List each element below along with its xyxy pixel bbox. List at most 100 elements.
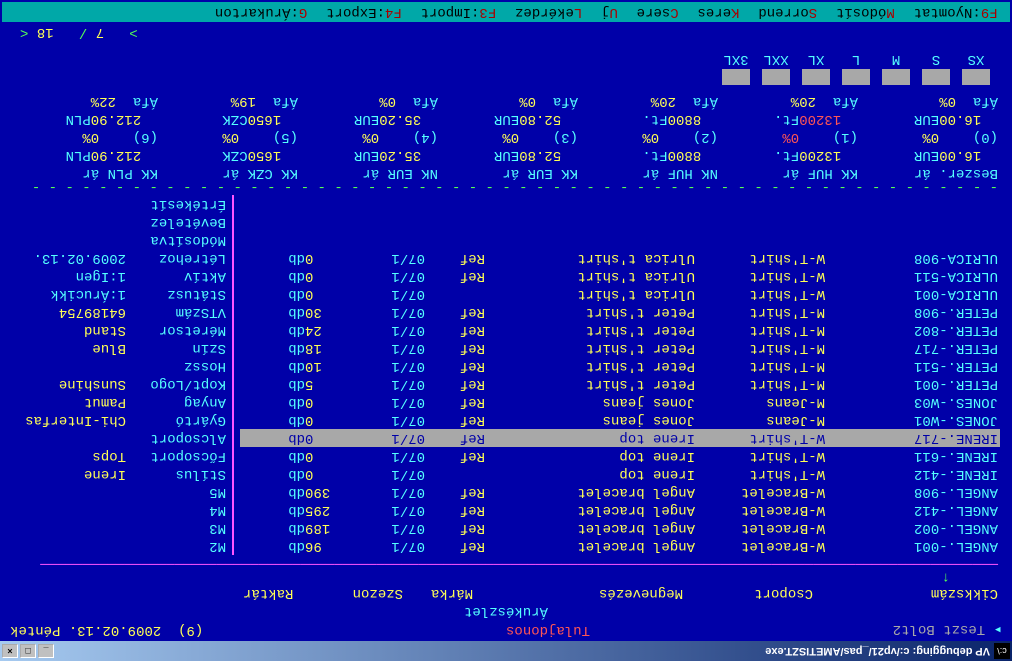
info-label: Alcsoport xyxy=(126,430,226,446)
cell-code: JONES.-W03 xyxy=(825,394,1000,410)
menu-item[interactable]: Keres xyxy=(689,4,748,20)
size-labels: XSSMLXLXXL3XL xyxy=(2,51,1010,67)
price-label: NK HUF ár xyxy=(578,163,718,181)
cell-code: ULRICA-001 xyxy=(825,286,1000,302)
table-row[interactable]: IRENE.-611W-T'shirtIrene topRef07/10db xyxy=(240,447,1000,465)
table-row[interactable]: ANGEL.-908W-BraceletAngel braceletRef07/… xyxy=(240,483,1000,501)
table-row[interactable]: ANGEL.-001W-BraceletAngel braceletRef07/… xyxy=(240,537,1000,555)
table-row[interactable]: ULRICA-908W-T'shirtUlrica t'shirtRef07/1… xyxy=(240,249,1000,267)
window-titlebar: c:\ VP debugging: c:/vp21/_pas/AMETISZT.… xyxy=(0,641,1012,661)
cell-name: Irene top xyxy=(485,448,695,464)
cell-group: W-Bracelet xyxy=(695,502,825,518)
table-row[interactable]: JONES.-W03M-JeansJones jeansRef07/10db xyxy=(240,393,1000,411)
info-row: Státusz1:Árucikk xyxy=(12,285,226,303)
menu-item[interactable]: Módosít xyxy=(828,4,904,20)
info-row: Létrehoz2009.02.13. xyxy=(12,249,226,267)
menu-item[interactable]: F4:Export xyxy=(318,4,410,20)
info-label: Módosítva xyxy=(126,232,226,248)
cell-season: 07/1 xyxy=(355,466,425,482)
cell-code: PETER.-717 xyxy=(825,340,1000,356)
cell-code: ANGEL.-908 xyxy=(825,484,1000,500)
size-box[interactable] xyxy=(802,69,830,85)
size-label: 3XL xyxy=(720,51,752,67)
cell-stock: 10 xyxy=(305,358,355,374)
table-row[interactable]: ANGEL.-002W-BraceletAngel braceletRef07/… xyxy=(240,519,1000,537)
price-label: KK CZK ár xyxy=(158,163,298,181)
cell-brand: Ref xyxy=(425,520,485,536)
table-row[interactable]: PETER.-908M-T'shirtPeter t'shirtRef07/13… xyxy=(240,303,1000,321)
info-label: Létrehoz xyxy=(126,250,226,266)
price-value-2: 8800Ft. xyxy=(578,109,718,127)
table-row[interactable]: PETER.-001M-T'shirtPeter t'shirtRef07/15… xyxy=(240,375,1000,393)
afa-cell: Áfa 19% xyxy=(158,91,298,109)
cell-name: Angel bracelet xyxy=(485,538,695,554)
price-label: KK PLN ár xyxy=(18,163,158,181)
cell-code: PETER.-908 xyxy=(825,304,1000,320)
info-row: SzínBlue xyxy=(12,339,226,357)
info-label: Főcsoport xyxy=(126,448,226,464)
cell-name: Peter t'shirt xyxy=(485,358,695,374)
size-box[interactable] xyxy=(842,69,870,85)
price-index: (5) 0% xyxy=(158,127,298,145)
menu-item[interactable]: Csere xyxy=(628,4,687,20)
cell-season: 07/1 xyxy=(355,250,425,266)
table-row[interactable]: PETER.-511M-T'shirtPeter t'shirtRef07/11… xyxy=(240,357,1000,375)
table-row[interactable]: PETER.-802M-T'shirtPeter t'shirtRef07/12… xyxy=(240,321,1000,339)
price-index: (3) 0% xyxy=(438,127,578,145)
data-table[interactable]: ANGEL.-001W-BraceletAngel braceletRef07/… xyxy=(240,195,1000,555)
pager: > 7 / 18 < xyxy=(20,24,138,40)
price-value-2: 52.80EUR xyxy=(438,109,578,127)
cell-brand: Ref xyxy=(425,376,485,392)
cell-season: 07/1 xyxy=(355,376,425,392)
info-row: Módosítva xyxy=(12,231,226,249)
size-box[interactable] xyxy=(882,69,910,85)
size-box[interactable] xyxy=(762,69,790,85)
cell-code: JONES.-W01 xyxy=(825,412,1000,428)
menu-item[interactable]: F9:Nyomtat xyxy=(905,4,1006,20)
cell-group: M-T'shirt xyxy=(695,376,825,392)
cell-unit: db xyxy=(275,340,305,356)
cell-name: Peter t'shirt xyxy=(485,340,695,356)
table-row[interactable]: IRENE.-412W-T'shirtIrene top07/10db xyxy=(240,465,1000,483)
cell-name: Irene top xyxy=(485,430,695,446)
cell-unit: db xyxy=(275,358,305,374)
size-box[interactable] xyxy=(722,69,750,85)
col-cikkszam: Cikkszám xyxy=(813,585,998,601)
cell-stock: 0 xyxy=(305,250,355,266)
price-label: Beszer. ár xyxy=(858,163,998,181)
cell-season: 07/1 xyxy=(355,304,425,320)
cell-unit: db xyxy=(275,538,305,554)
info-row: Alcsoport xyxy=(12,429,226,447)
close-button[interactable]: × xyxy=(2,644,18,658)
menu-bar[interactable]: F9:Nyomtat Módosít Sorrend Keres Csere U… xyxy=(2,2,1010,22)
price-value: 8800Ft. xyxy=(578,145,718,163)
info-label: Kopt/Logo xyxy=(126,376,226,392)
info-label: VTSzám xyxy=(126,304,226,320)
info-row: M5 xyxy=(12,483,226,501)
price-value: 13200Ft. xyxy=(718,145,858,163)
minimize-button[interactable]: _ xyxy=(38,644,54,658)
columns-header: Cikkszám Csoport Megnevezés Márka Szezon… xyxy=(2,585,1010,601)
table-row[interactable]: JONES.-W01M-JeansJones jeansRef07/10db xyxy=(240,411,1000,429)
info-label: Stílus xyxy=(126,466,226,482)
info-label: Szín xyxy=(126,340,226,356)
menu-item[interactable]: Sorrend xyxy=(750,4,826,20)
size-box[interactable] xyxy=(922,69,950,85)
table-row[interactable]: ANGEL.-412W-BraceletAngel braceletRef07/… xyxy=(240,501,1000,519)
menu-item[interactable]: G:Árukarton xyxy=(206,4,315,20)
menu-item[interactable]: F3:Import xyxy=(412,4,504,20)
cell-unit: db xyxy=(275,286,305,302)
cell-code: ANGEL.-001 xyxy=(825,538,1000,554)
cell-group: W-Bracelet xyxy=(695,484,825,500)
size-box[interactable] xyxy=(962,69,990,85)
table-row[interactable]: ULRICA-001W-T'shirtUlrica t'shirt07/10db xyxy=(240,285,1000,303)
table-row[interactable]: IRENE.-717W-T'shirtIrene topRef07/10db xyxy=(240,429,1000,447)
table-row[interactable]: ULRICA-511W-T'shirtUlrica t'shirtRef07/1… xyxy=(240,267,1000,285)
window-title: VP debugging: c:/vp21/_pas/AMETISZT.exe xyxy=(56,645,990,657)
cell-group: W-T'shirt xyxy=(695,430,825,446)
table-row[interactable]: PETER.-717M-T'shirtPeter t'shirtRef07/11… xyxy=(240,339,1000,357)
maximize-button[interactable]: □ xyxy=(20,644,36,658)
menu-item[interactable]: Lekérdez xyxy=(507,4,591,20)
cell-season: 07/1 xyxy=(355,484,425,500)
menu-item[interactable]: Uj xyxy=(593,4,627,20)
